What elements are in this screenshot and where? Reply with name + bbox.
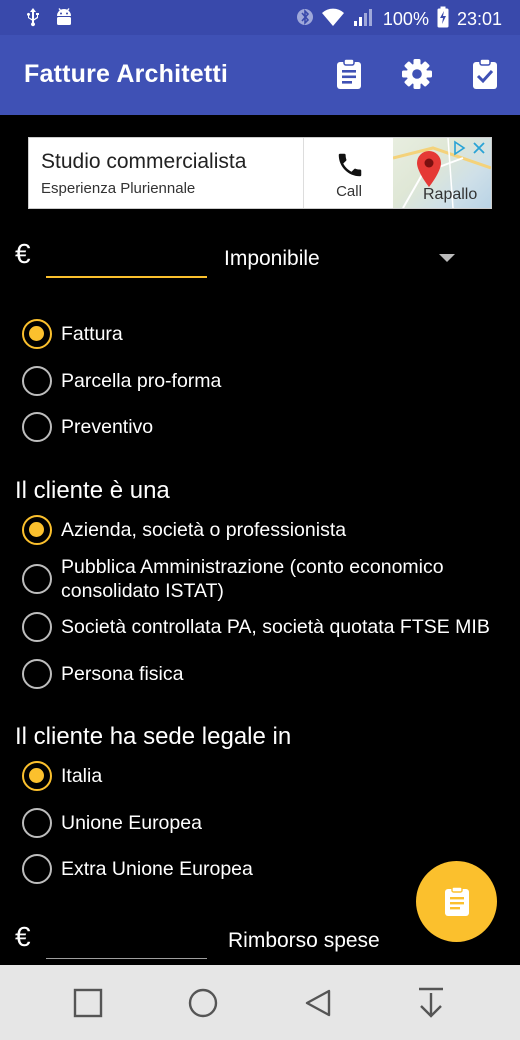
map-pin-icon bbox=[417, 151, 441, 187]
overview-button[interactable] bbox=[68, 983, 108, 1023]
square-icon bbox=[73, 988, 103, 1018]
ad-close-icon[interactable] bbox=[471, 140, 487, 161]
app-bar: Fatture Architetti bbox=[0, 35, 520, 115]
radio-label: Italia bbox=[61, 765, 103, 787]
radio-button[interactable] bbox=[22, 319, 52, 349]
clock: 23:01 bbox=[456, 9, 502, 29]
radio-document-parcella[interactable]: Parcella pro-forma bbox=[22, 366, 221, 396]
radio-button[interactable] bbox=[22, 612, 52, 642]
radio-location-ue[interactable]: Unione Europea bbox=[22, 808, 202, 838]
ad-map-label: Rapallo bbox=[423, 186, 478, 203]
reimbursement-currency-symbol: € bbox=[15, 921, 31, 952]
phone-icon bbox=[338, 153, 362, 177]
radio-client-persona[interactable]: Persona fisica bbox=[22, 659, 183, 689]
radio-client-controllata[interactable]: Società controllata PA, società quotata … bbox=[22, 612, 490, 642]
android-icon bbox=[54, 7, 74, 32]
radio-label: Extra Unione Europea bbox=[61, 858, 253, 880]
calculate-fab[interactable] bbox=[416, 861, 497, 942]
back-button[interactable] bbox=[298, 983, 338, 1023]
radio-button[interactable] bbox=[22, 854, 52, 884]
battery-icon bbox=[437, 6, 449, 33]
radio-button[interactable] bbox=[22, 808, 52, 838]
radio-label: Unione Europea bbox=[61, 812, 202, 834]
wifi-icon bbox=[321, 7, 345, 32]
circle-icon bbox=[188, 988, 218, 1018]
ad-choices-icon[interactable] bbox=[451, 140, 467, 161]
amount-underline bbox=[46, 276, 207, 278]
currency-symbol: € bbox=[15, 238, 31, 269]
clipboard-button[interactable] bbox=[332, 57, 366, 91]
radio-label: Azienda, società o professionista bbox=[61, 519, 347, 541]
ad-subtitle: Esperienza Pluriennale bbox=[41, 180, 196, 197]
radio-button[interactable] bbox=[22, 366, 52, 396]
reimbursement-label: Rimborso spese bbox=[228, 929, 380, 952]
radio-button[interactable] bbox=[22, 761, 52, 791]
radio-location-extra-ue[interactable]: Extra Unione Europea bbox=[22, 854, 253, 884]
radio-label: Pubblica Amministrazione (conto economic… bbox=[61, 556, 444, 602]
ad-banner[interactable]: Studio commercialista Esperienza Plurien… bbox=[28, 137, 492, 209]
dropdown-arrow-icon[interactable] bbox=[439, 254, 455, 262]
settings-button[interactable] bbox=[400, 57, 434, 91]
radio-label: Società controllata PA, società quotata … bbox=[61, 616, 490, 638]
signal-icon bbox=[353, 7, 375, 32]
radio-label: Parcella pro-forma bbox=[61, 370, 222, 392]
radio-label: Fattura bbox=[61, 323, 123, 345]
reimbursement-underline bbox=[46, 958, 207, 959]
arrow-down-icon bbox=[419, 987, 443, 1018]
radio-button[interactable] bbox=[22, 564, 52, 594]
client-location-title: Il cliente ha sede legale in bbox=[15, 723, 292, 750]
bluetooth-icon bbox=[296, 6, 313, 33]
radio-label: Persona fisica bbox=[61, 663, 184, 685]
home-button[interactable] bbox=[183, 983, 223, 1023]
gear-icon bbox=[402, 59, 432, 89]
radio-client-azienda[interactable]: Azienda, società o professionista bbox=[22, 515, 346, 545]
radio-button[interactable] bbox=[22, 515, 52, 545]
clipboard-icon bbox=[337, 58, 361, 89]
notifications-pull-button[interactable] bbox=[411, 983, 451, 1023]
ad-call-button[interactable]: Call bbox=[303, 138, 393, 208]
ad-call-label: Call bbox=[336, 183, 362, 200]
triangle-back-icon bbox=[305, 989, 331, 1017]
ad-title: Studio commercialista bbox=[41, 150, 247, 173]
navigation-bar bbox=[0, 965, 520, 1040]
radio-client-pa[interactable]: Pubblica Amministrazione (conto economic… bbox=[22, 555, 502, 603]
battery-percent: 100% bbox=[382, 9, 429, 29]
radio-location-italia[interactable]: Italia bbox=[22, 761, 102, 791]
usb-icon bbox=[24, 7, 42, 32]
status-bar: 100% 23:01 bbox=[0, 0, 520, 35]
radio-button[interactable] bbox=[22, 412, 52, 442]
radio-label: Preventivo bbox=[61, 416, 154, 438]
radio-document-fattura[interactable]: Fattura bbox=[22, 319, 123, 349]
amount-type-select[interactable]: Imponibile bbox=[224, 247, 320, 271]
amount-input[interactable] bbox=[46, 244, 206, 274]
client-type-title: Il cliente è una bbox=[15, 477, 170, 504]
clipboard-check-button[interactable] bbox=[468, 57, 502, 91]
reimbursement-input[interactable] bbox=[46, 926, 206, 956]
radio-document-preventivo[interactable]: Preventivo bbox=[22, 412, 153, 442]
clipboard-check-icon bbox=[473, 58, 497, 89]
receipt-icon bbox=[444, 886, 469, 916]
radio-button[interactable] bbox=[22, 659, 52, 689]
app-title: Fatture Architetti bbox=[24, 60, 229, 88]
